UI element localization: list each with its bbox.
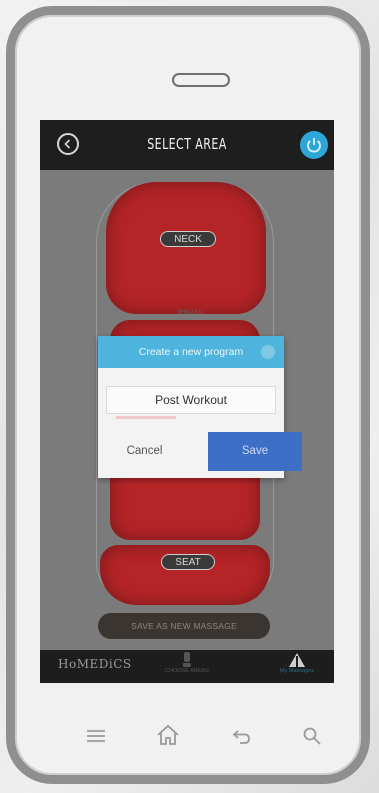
app-screen: SELECT AREA NECK SHIATSU SEAT SAVE AS NE… bbox=[40, 120, 334, 683]
seat-label: SEAT bbox=[161, 554, 215, 570]
bottom-nav: HoMEDiCS CHOOSE AREAS My Massages bbox=[40, 650, 334, 683]
back-arrow-icon[interactable] bbox=[232, 728, 254, 744]
menu-icon[interactable] bbox=[86, 728, 106, 744]
nav-choose-areas[interactable]: CHOOSE AREAS bbox=[156, 652, 218, 674]
seat-icon bbox=[183, 652, 191, 667]
cancel-button[interactable]: Cancel bbox=[98, 432, 191, 470]
search-icon[interactable] bbox=[302, 726, 322, 746]
dialog-header: Create a new program bbox=[98, 336, 284, 368]
nav-choose-areas-label: CHOOSE AREAS bbox=[165, 668, 209, 674]
nav-my-massages[interactable]: My Massages bbox=[266, 652, 328, 674]
save-button[interactable]: Save bbox=[208, 432, 302, 471]
power-button[interactable] bbox=[300, 131, 328, 159]
program-name-input[interactable]: Post Workout bbox=[106, 386, 276, 414]
massages-icon bbox=[289, 653, 305, 667]
nav-my-massages-label: My Massages bbox=[280, 668, 314, 674]
save-as-new-massage-button[interactable]: SAVE AS NEW MASSAGE bbox=[98, 613, 270, 639]
neck-area[interactable] bbox=[106, 182, 266, 314]
brand-logo: HoMEDiCS bbox=[58, 657, 132, 671]
power-icon bbox=[307, 138, 321, 153]
earpiece bbox=[172, 73, 230, 87]
input-underline bbox=[116, 416, 176, 419]
phone-nav-keys bbox=[0, 724, 379, 754]
home-icon[interactable] bbox=[156, 724, 180, 746]
top-bar: SELECT AREA bbox=[40, 120, 334, 170]
neck-label: NECK bbox=[160, 231, 216, 247]
close-icon[interactable] bbox=[261, 345, 275, 359]
page-title: SELECT AREA bbox=[147, 135, 227, 153]
area-caption: SHIATSU bbox=[177, 310, 203, 316]
dialog-title: Create a new program bbox=[138, 346, 244, 358]
